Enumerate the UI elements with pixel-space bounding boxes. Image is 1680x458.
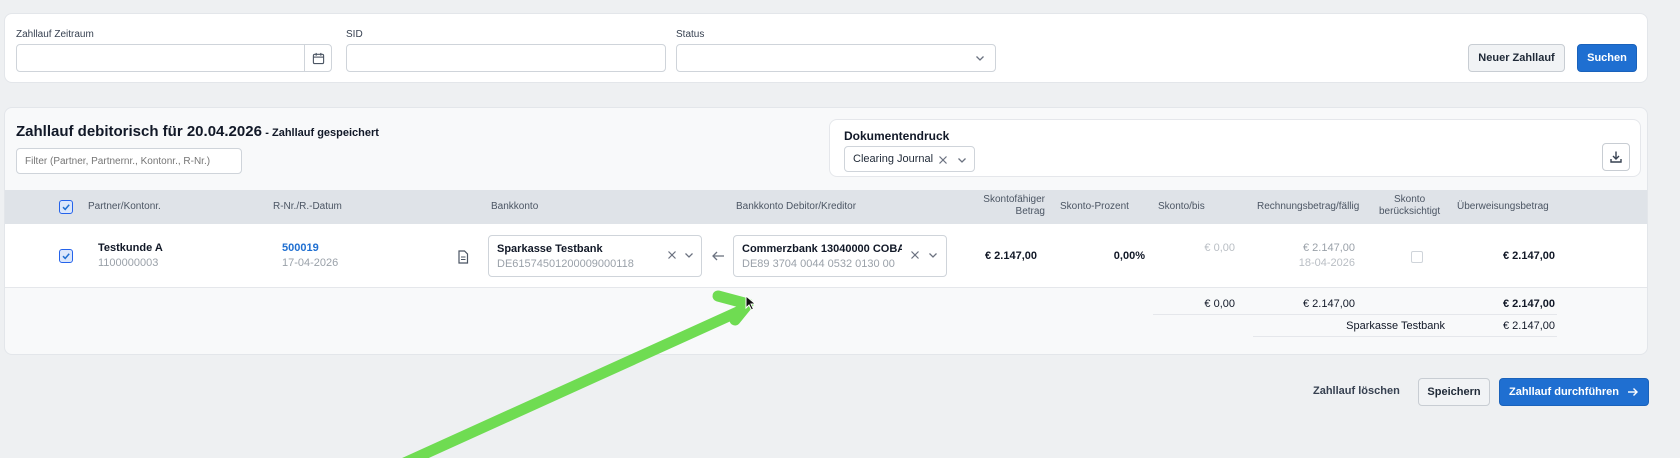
zahllauf-header: Zahllauf debitorisch für 20.04.2026 - Za… bbox=[16, 123, 379, 140]
new-zahllauf-button[interactable]: Neuer Zahllauf bbox=[1468, 44, 1565, 72]
filter-panel: Zahllauf Zeitraum SID Status Neuer Zahll… bbox=[4, 13, 1648, 83]
chevron-down-icon bbox=[685, 253, 693, 258]
document-print-select[interactable]: Clearing Journal bbox=[844, 146, 975, 172]
download-icon bbox=[1610, 151, 1622, 163]
header-bank[interactable]: Bankkonto bbox=[491, 201, 538, 213]
check-icon bbox=[62, 253, 70, 260]
total-ueberweisung: € 2.147,00 bbox=[1503, 298, 1555, 310]
zahllauf-panel: Zahllauf debitorisch für 20.04.2026 - Za… bbox=[4, 107, 1648, 355]
invoice-date: 17-04-2026 bbox=[282, 257, 339, 269]
header-rechnungsbetrag[interactable]: Rechnungsbetrag/fällig bbox=[1257, 201, 1359, 213]
arrow-left-icon bbox=[712, 251, 724, 261]
header-skontofaehig-line1: Skontofähiger bbox=[983, 194, 1045, 205]
chevron-down-icon bbox=[958, 158, 966, 163]
table-filter-input[interactable] bbox=[16, 148, 242, 174]
document-print-panel: Dokumentendruck Clearing Journal bbox=[829, 119, 1641, 177]
header-skonto-prozent[interactable]: Skonto-Prozent bbox=[1060, 201, 1129, 213]
status-select[interactable] bbox=[676, 44, 996, 72]
skontofaehig-amount: € 2.147,00 bbox=[985, 250, 1037, 262]
bank-iban: DE61574501200009000118 bbox=[497, 258, 634, 270]
row-checkbox[interactable] bbox=[59, 249, 73, 263]
status-label: Status bbox=[676, 29, 705, 40]
table-row[interactable]: Testkunde A 1100000003 500019 17-04-2026… bbox=[5, 224, 1647, 288]
sid-input[interactable] bbox=[346, 44, 666, 72]
table-header: Partner/Kontonr. R-Nr./R.-Datum Bankkont… bbox=[5, 190, 1647, 224]
skonto-percent: 0,00% bbox=[1113, 250, 1145, 262]
header-bank-partner[interactable]: Bankkonto Debitor/Kreditor bbox=[736, 201, 856, 213]
check-icon bbox=[62, 204, 70, 211]
document-icon bbox=[458, 250, 469, 264]
select-all-checkbox[interactable] bbox=[59, 200, 73, 214]
bank-summary-amount: € 2.147,00 bbox=[1503, 320, 1555, 332]
execute-label: Zahllauf durchführen bbox=[1509, 386, 1619, 398]
totals-divider bbox=[1153, 314, 1557, 315]
chevron-down-icon bbox=[929, 253, 937, 258]
zeitraum-input[interactable] bbox=[16, 44, 332, 72]
calendar-button[interactable] bbox=[304, 45, 331, 71]
search-button[interactable]: Suchen bbox=[1577, 44, 1637, 72]
partner-bank-iban: DE89 3704 0044 0532 0130 00 bbox=[742, 258, 895, 270]
bank-summary-label: Sparkasse Testbank bbox=[1346, 320, 1445, 332]
header-skonto-bis[interactable]: Skonto/bis bbox=[1158, 201, 1205, 213]
header-ueberweisung[interactable]: Überweisungsbetrag bbox=[1457, 201, 1549, 213]
delete-zahllauf-link[interactable]: Zahllauf löschen bbox=[1313, 385, 1400, 397]
invoice-number-link[interactable]: 500019 bbox=[282, 242, 319, 254]
header-skonto-beruecksichtigt[interactable]: Skonto berücksichtigt bbox=[1379, 194, 1440, 218]
document-print-title: Dokumentendruck bbox=[844, 129, 950, 143]
download-button[interactable] bbox=[1602, 143, 1630, 171]
bank-name: Sparkasse Testbank bbox=[497, 243, 603, 255]
status-subtitle: - Zahllauf gespeichert bbox=[265, 127, 379, 139]
zeitraum-label: Zahllauf Zeitraum bbox=[16, 29, 94, 40]
rechnungsbetrag: € 2.147,00 bbox=[1303, 242, 1355, 254]
summary-divider bbox=[1253, 336, 1557, 337]
faellig-date: 18-04-2026 bbox=[1298, 257, 1355, 269]
chevron-down-icon bbox=[976, 56, 984, 61]
clear-icon bbox=[668, 251, 676, 259]
clear-icon bbox=[939, 156, 947, 164]
bank-account-select[interactable]: Sparkasse Testbank DE6157450120000900011… bbox=[488, 235, 702, 277]
arrow-right-icon bbox=[1628, 388, 1638, 396]
partner-name: Testkunde A bbox=[98, 242, 163, 254]
partner-bank-select[interactable]: Commerzbank 13040000 COBA DE89 3704 0044… bbox=[733, 235, 947, 277]
header-skontofaehig[interactable]: Skontofähiger Betrag bbox=[935, 194, 1045, 218]
save-button[interactable]: Speichern bbox=[1418, 378, 1490, 406]
ueberweisung-amount: € 2.147,00 bbox=[1503, 250, 1555, 262]
total-skonto: € 0,00 bbox=[1204, 298, 1235, 310]
header-skonto-line2: berücksichtigt bbox=[1379, 206, 1441, 217]
clear-icon bbox=[911, 251, 919, 259]
partner-bank-name: Commerzbank 13040000 COBA bbox=[742, 243, 902, 255]
header-partner[interactable]: Partner/Kontonr. bbox=[88, 201, 161, 213]
calendar-icon bbox=[312, 52, 324, 64]
page-title: Zahllauf debitorisch für 20.04.2026 bbox=[16, 123, 262, 140]
account-number: 1100000003 bbox=[98, 257, 159, 269]
skonto-checkbox[interactable] bbox=[1411, 251, 1423, 263]
mouse-cursor-icon bbox=[745, 295, 757, 311]
document-print-value: Clearing Journal bbox=[853, 153, 934, 165]
sid-label: SID bbox=[346, 29, 363, 40]
header-skonto-line1: Skonto bbox=[1394, 194, 1426, 205]
execute-zahllauf-button[interactable]: Zahllauf durchführen bbox=[1499, 378, 1649, 406]
header-invoice[interactable]: R-Nr./R.-Datum bbox=[273, 201, 342, 213]
skonto-amount: € 0,00 bbox=[1204, 242, 1235, 254]
header-skontofaehig-line2: Betrag bbox=[1015, 206, 1045, 217]
total-rechnungsbetrag: € 2.147,00 bbox=[1303, 298, 1355, 310]
